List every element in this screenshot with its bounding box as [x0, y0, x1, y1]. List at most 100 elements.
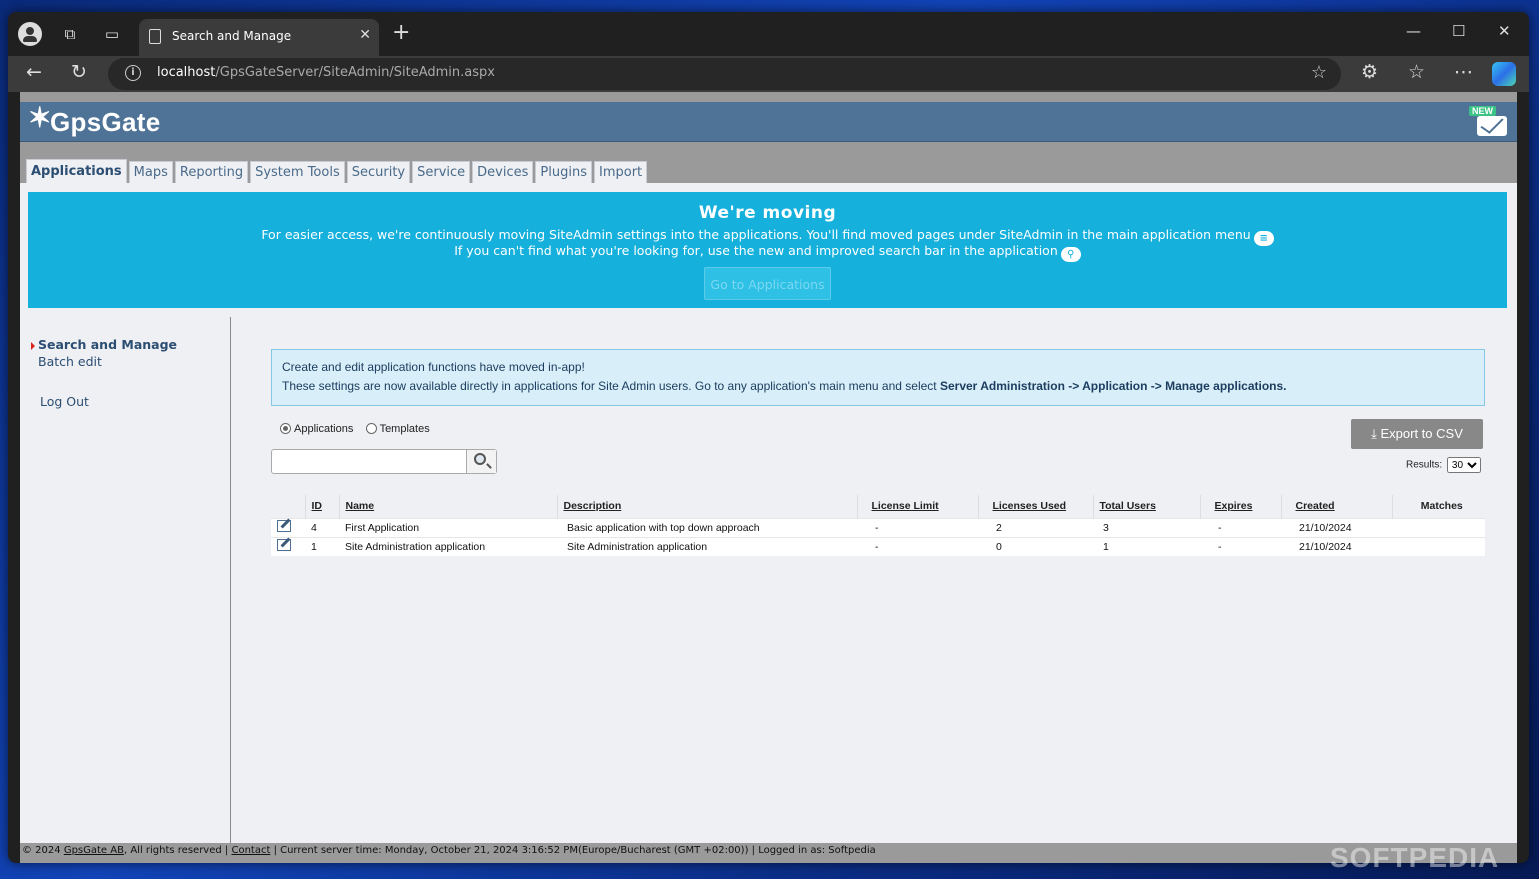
extensions-icon[interactable]: ⚙: [1361, 61, 1378, 83]
mail-icon: [1477, 116, 1507, 136]
edit-icon[interactable]: [277, 520, 291, 532]
col-licenses-used[interactable]: Licenses Used: [978, 495, 1094, 518]
address-bar[interactable]: i localhost/GpsGateServer/SiteAdmin/Site…: [108, 58, 1341, 90]
cell-total-users: 1: [1093, 536, 1200, 556]
sidebar-divider: [230, 317, 231, 843]
more-menu-icon[interactable]: ⋯: [1454, 61, 1473, 83]
back-icon[interactable]: ←: [26, 61, 42, 83]
web-page: GpsGate NEW Applications Maps Reporting …: [20, 92, 1517, 863]
cell-id: 1: [305, 536, 339, 556]
cell-matches: [1392, 536, 1485, 556]
maximize-icon[interactable]: ☐: [1452, 22, 1465, 40]
cell-description: Site Administration application: [557, 536, 857, 556]
cell-expires: -: [1200, 517, 1281, 537]
tab-reporting[interactable]: Reporting: [174, 161, 249, 183]
cell-licenses-used: 0: [978, 536, 1093, 556]
type-filter: Applications Templates: [280, 423, 430, 435]
edit-cell: [271, 517, 305, 537]
cell-licenses-used: 2: [978, 517, 1093, 537]
banner-title: We're moving: [698, 203, 837, 223]
edit-icon[interactable]: [277, 539, 291, 552]
main-content: We're moving For easier access, we're co…: [20, 183, 1517, 843]
cell-created: 21/10/2024: [1281, 517, 1392, 537]
table-row: 4 First Application Basic application wi…: [271, 517, 1485, 537]
close-tab-icon[interactable]: ✕: [359, 27, 371, 43]
banner-line-2: If you can't find what you're looking fo…: [28, 243, 1507, 262]
tab-security[interactable]: Security: [346, 161, 411, 183]
cell-created: 21/10/2024: [1281, 536, 1392, 556]
cell-matches: [1392, 517, 1485, 537]
search-icon: ⚲: [1060, 247, 1081, 262]
moving-banner: We're moving For easier access, we're co…: [28, 192, 1507, 308]
new-tab-button[interactable]: +: [392, 20, 410, 45]
tab-system-tools[interactable]: System Tools: [250, 161, 345, 183]
new-badge: NEW: [1469, 106, 1496, 116]
sidebar-item-search-and-manage[interactable]: Search and Manage: [38, 337, 177, 352]
favorites-icon[interactable]: ☆: [1408, 61, 1425, 83]
results-select[interactable]: 30: [1446, 457, 1481, 473]
page-footer: © 2024 GpsGate AB, All rights reserved |…: [20, 843, 1517, 863]
browser-tab[interactable]: Search and Manage ✕: [139, 19, 379, 56]
tab-devices[interactable]: Devices: [472, 161, 534, 183]
col-id[interactable]: ID: [305, 495, 340, 518]
tab-actions-icon[interactable]: ▭: [100, 22, 124, 46]
radio-applications[interactable]: Applications: [280, 423, 353, 435]
cell-id: 4: [305, 517, 339, 537]
softpedia-watermark: SOFTPEDIA: [1330, 842, 1500, 873]
cell-total-users: 3: [1093, 517, 1200, 537]
results-per-page: Results: 30: [1406, 457, 1481, 473]
active-arrow-icon: [31, 342, 35, 350]
edit-cell: [271, 536, 305, 556]
tab-service[interactable]: Service: [412, 161, 471, 183]
contact-link[interactable]: Contact: [231, 845, 270, 856]
sidebar-item-batch-edit[interactable]: Batch edit: [38, 354, 102, 369]
go-to-applications-button[interactable]: Go to Applications: [704, 267, 831, 300]
company-link[interactable]: GpsGate AB: [64, 845, 124, 856]
sidebar-item-log-out[interactable]: Log Out: [40, 394, 89, 409]
col-description[interactable]: Description: [557, 495, 858, 518]
col-total-users[interactable]: Total Users: [1093, 495, 1201, 518]
notice-line-2: These settings are now available directl…: [282, 379, 1287, 393]
tab-import[interactable]: Import: [593, 161, 648, 183]
col-matches: Matches: [1392, 495, 1485, 518]
tab-maps[interactable]: Maps: [128, 161, 173, 183]
table-row: 1 Site Administration application Site A…: [271, 536, 1485, 556]
info-notice: Create and edit application functions ha…: [271, 349, 1485, 406]
cell-license-limit: -: [857, 536, 978, 556]
copilot-icon[interactable]: [1492, 62, 1516, 86]
results-label: Results:: [1406, 459, 1443, 471]
page-icon: [149, 29, 161, 44]
export-csv-button[interactable]: ⤓ Export to CSV: [1351, 419, 1483, 449]
browser-tab-title: Search and Manage: [172, 29, 292, 43]
site-info-icon[interactable]: i: [125, 65, 141, 81]
close-window-icon[interactable]: ✕: [1498, 22, 1511, 40]
cell-name: Site Administration application: [339, 536, 557, 556]
col-name[interactable]: Name: [339, 495, 558, 518]
magnifier-icon: [474, 453, 486, 465]
url-text[interactable]: localhost/GpsGateServer/SiteAdmin/SiteAd…: [157, 65, 495, 80]
workspaces-icon[interactable]: ⧉: [58, 22, 82, 46]
applications-table: ID Name Description License Limit Licens…: [271, 495, 1485, 556]
col-created[interactable]: Created: [1281, 495, 1393, 518]
logo-mark-icon: [28, 101, 52, 135]
gpsgate-logo[interactable]: GpsGate: [28, 101, 160, 138]
tab-plugins[interactable]: Plugins: [535, 161, 592, 183]
refresh-icon[interactable]: ↻: [71, 61, 87, 83]
favorite-star-icon[interactable]: ☆: [1311, 62, 1327, 83]
app-header: GpsGate NEW: [20, 101, 1517, 142]
tab-strip: ⧉ ▭ Search and Manage ✕ + — ☐ ✕: [8, 12, 1529, 56]
messages-button[interactable]: NEW: [1469, 106, 1509, 136]
col-license-limit[interactable]: License Limit: [857, 495, 979, 518]
main-tabs: Applications Maps Reporting System Tools…: [26, 159, 649, 183]
col-expires[interactable]: Expires: [1200, 495, 1282, 518]
radio-templates[interactable]: Templates: [365, 423, 430, 435]
profile-icon[interactable]: [18, 22, 42, 46]
cell-description: Basic application with top down approach: [557, 517, 857, 537]
search-input[interactable]: [272, 450, 467, 473]
cell-license-limit: -: [857, 517, 978, 537]
navigation-bar: ← ↻ i localhost/GpsGateServer/SiteAdmin/…: [8, 56, 1529, 92]
search-button[interactable]: [466, 450, 496, 473]
minimize-icon[interactable]: —: [1406, 22, 1421, 40]
notice-line-1: Create and edit application functions ha…: [282, 360, 585, 374]
tab-applications[interactable]: Applications: [26, 159, 127, 183]
